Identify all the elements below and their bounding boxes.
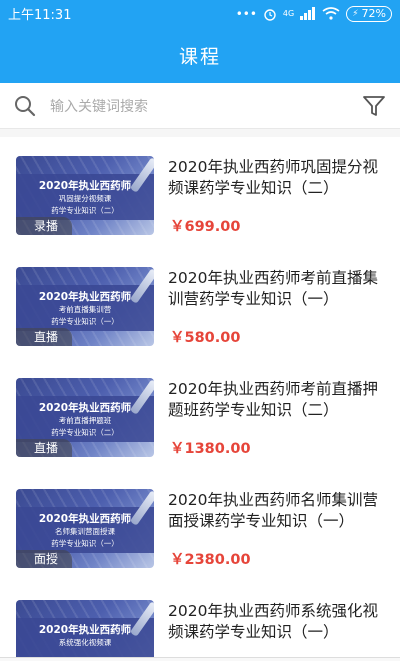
thumbnail-subject: 药学专业知识（一）	[51, 317, 119, 326]
thumbnail-title: 2020年执业西药师	[38, 402, 132, 414]
course-item[interactable]: 2020年执业西药师 巩固提分视频课 药学专业知识（二） 录播 2020年执业西…	[0, 137, 400, 248]
battery-percent: 72%	[361, 7, 386, 20]
status-time: 上午11:31	[8, 8, 72, 23]
course-thumbnail[interactable]: 2020年执业西药师 巩固提分视频课 药学专业知识（二） 录播	[16, 156, 154, 235]
battery-icon: ⚡	[352, 8, 359, 19]
battery-indicator: ⚡ 72%	[346, 5, 392, 22]
course-type-tag: 直播	[16, 328, 73, 346]
thumbnail-subtitle: 系统强化视频课	[58, 638, 112, 647]
signal-icon	[300, 7, 316, 20]
thumbnail-title: 2020年执业西药师	[38, 624, 132, 636]
course-type-tag: 录播	[16, 217, 73, 235]
course-title[interactable]: 2020年执业西药师考前直播押题班药学专业知识（二）	[168, 379, 390, 421]
search-icon[interactable]	[14, 95, 36, 117]
course-item[interactable]: 2020年执业西药师 系统强化视频课 2020年执业西药师系统强化视频课药学专业…	[0, 581, 400, 657]
thumbnail-title: 2020年执业西药师	[38, 291, 132, 303]
wifi-icon	[322, 7, 340, 20]
search-bar[interactable]: 输入关键词搜索	[0, 83, 400, 129]
course-type-tag: 直播	[16, 439, 73, 457]
course-type-tag: 面授	[16, 550, 73, 568]
course-price: ￥699.00	[170, 219, 241, 235]
thumbnail-subject: 药学专业知识（二）	[51, 206, 119, 215]
course-price: ￥580.00	[170, 330, 241, 346]
network-type: 4G	[282, 9, 295, 18]
thumbnail-subtitle: 考前直播押题班	[58, 416, 112, 425]
course-title[interactable]: 2020年执业西药师巩固提分视频课药学专业知识（二）	[168, 157, 390, 199]
thumbnail-title: 2020年执业西药师	[38, 180, 132, 192]
thumbnail-subtitle: 巩固提分视频课	[58, 194, 112, 203]
page-title: 课程	[178, 45, 221, 68]
course-title[interactable]: 2020年执业西药师系统强化视频课药学专业知识（一）	[168, 601, 390, 643]
course-item[interactable]: 2020年执业西药师 名师集训营面授课 药学专业知识（一） 面授 2020年执业…	[0, 470, 400, 581]
thumbnail-subtitle: 考前直播集训营	[58, 305, 112, 314]
course-thumbnail[interactable]: 2020年执业西药师 名师集训营面授课 药学专业知识（一） 面授	[16, 489, 154, 568]
thumbnail-subject: 药学专业知识（一）	[51, 539, 119, 548]
thumbnail-subtitle: 名师集训营面授课	[55, 527, 115, 536]
alarm-icon	[264, 8, 276, 21]
title-bar: 课程	[0, 27, 400, 83]
bottom-nav-bar[interactable]	[0, 657, 400, 661]
thumbnail-subject: 药学专业知识（二）	[51, 428, 119, 437]
course-item[interactable]: 2020年执业西药师 考前直播集训营 药学专业知识（一） 直播 2020年执业西…	[0, 248, 400, 359]
status-bar: 上午11:31 ••• 4G ⚡ 72%	[0, 0, 400, 27]
course-thumbnail[interactable]: 2020年执业西药师 系统强化视频课	[16, 600, 154, 657]
course-title[interactable]: 2020年执业西药师考前直播集训营药学专业知识（一）	[168, 268, 390, 310]
filter-icon[interactable]	[362, 94, 386, 118]
more-dots-icon: •••	[235, 6, 257, 21]
course-title[interactable]: 2020年执业西药师名师集训营面授课药学专业知识（一）	[168, 490, 390, 532]
course-thumbnail[interactable]: 2020年执业西药师 考前直播集训营 药学专业知识（一） 直播	[16, 267, 154, 346]
thumbnail-title: 2020年执业西药师	[38, 513, 132, 525]
course-price: ￥1380.00	[170, 441, 251, 457]
course-price: ￥2380.00	[170, 552, 251, 568]
course-item[interactable]: 2020年执业西药师 考前直播押题班 药学专业知识（二） 直播 2020年执业西…	[0, 359, 400, 470]
course-thumbnail[interactable]: 2020年执业西药师 考前直播押题班 药学专业知识（二） 直播	[16, 378, 154, 457]
course-list: 2020年执业西药师 巩固提分视频课 药学专业知识（二） 录播 2020年执业西…	[0, 137, 400, 657]
search-input[interactable]: 输入关键词搜索	[50, 96, 362, 116]
status-icons: ••• 4G ⚡ 72%	[235, 5, 392, 22]
section-divider	[0, 129, 400, 137]
